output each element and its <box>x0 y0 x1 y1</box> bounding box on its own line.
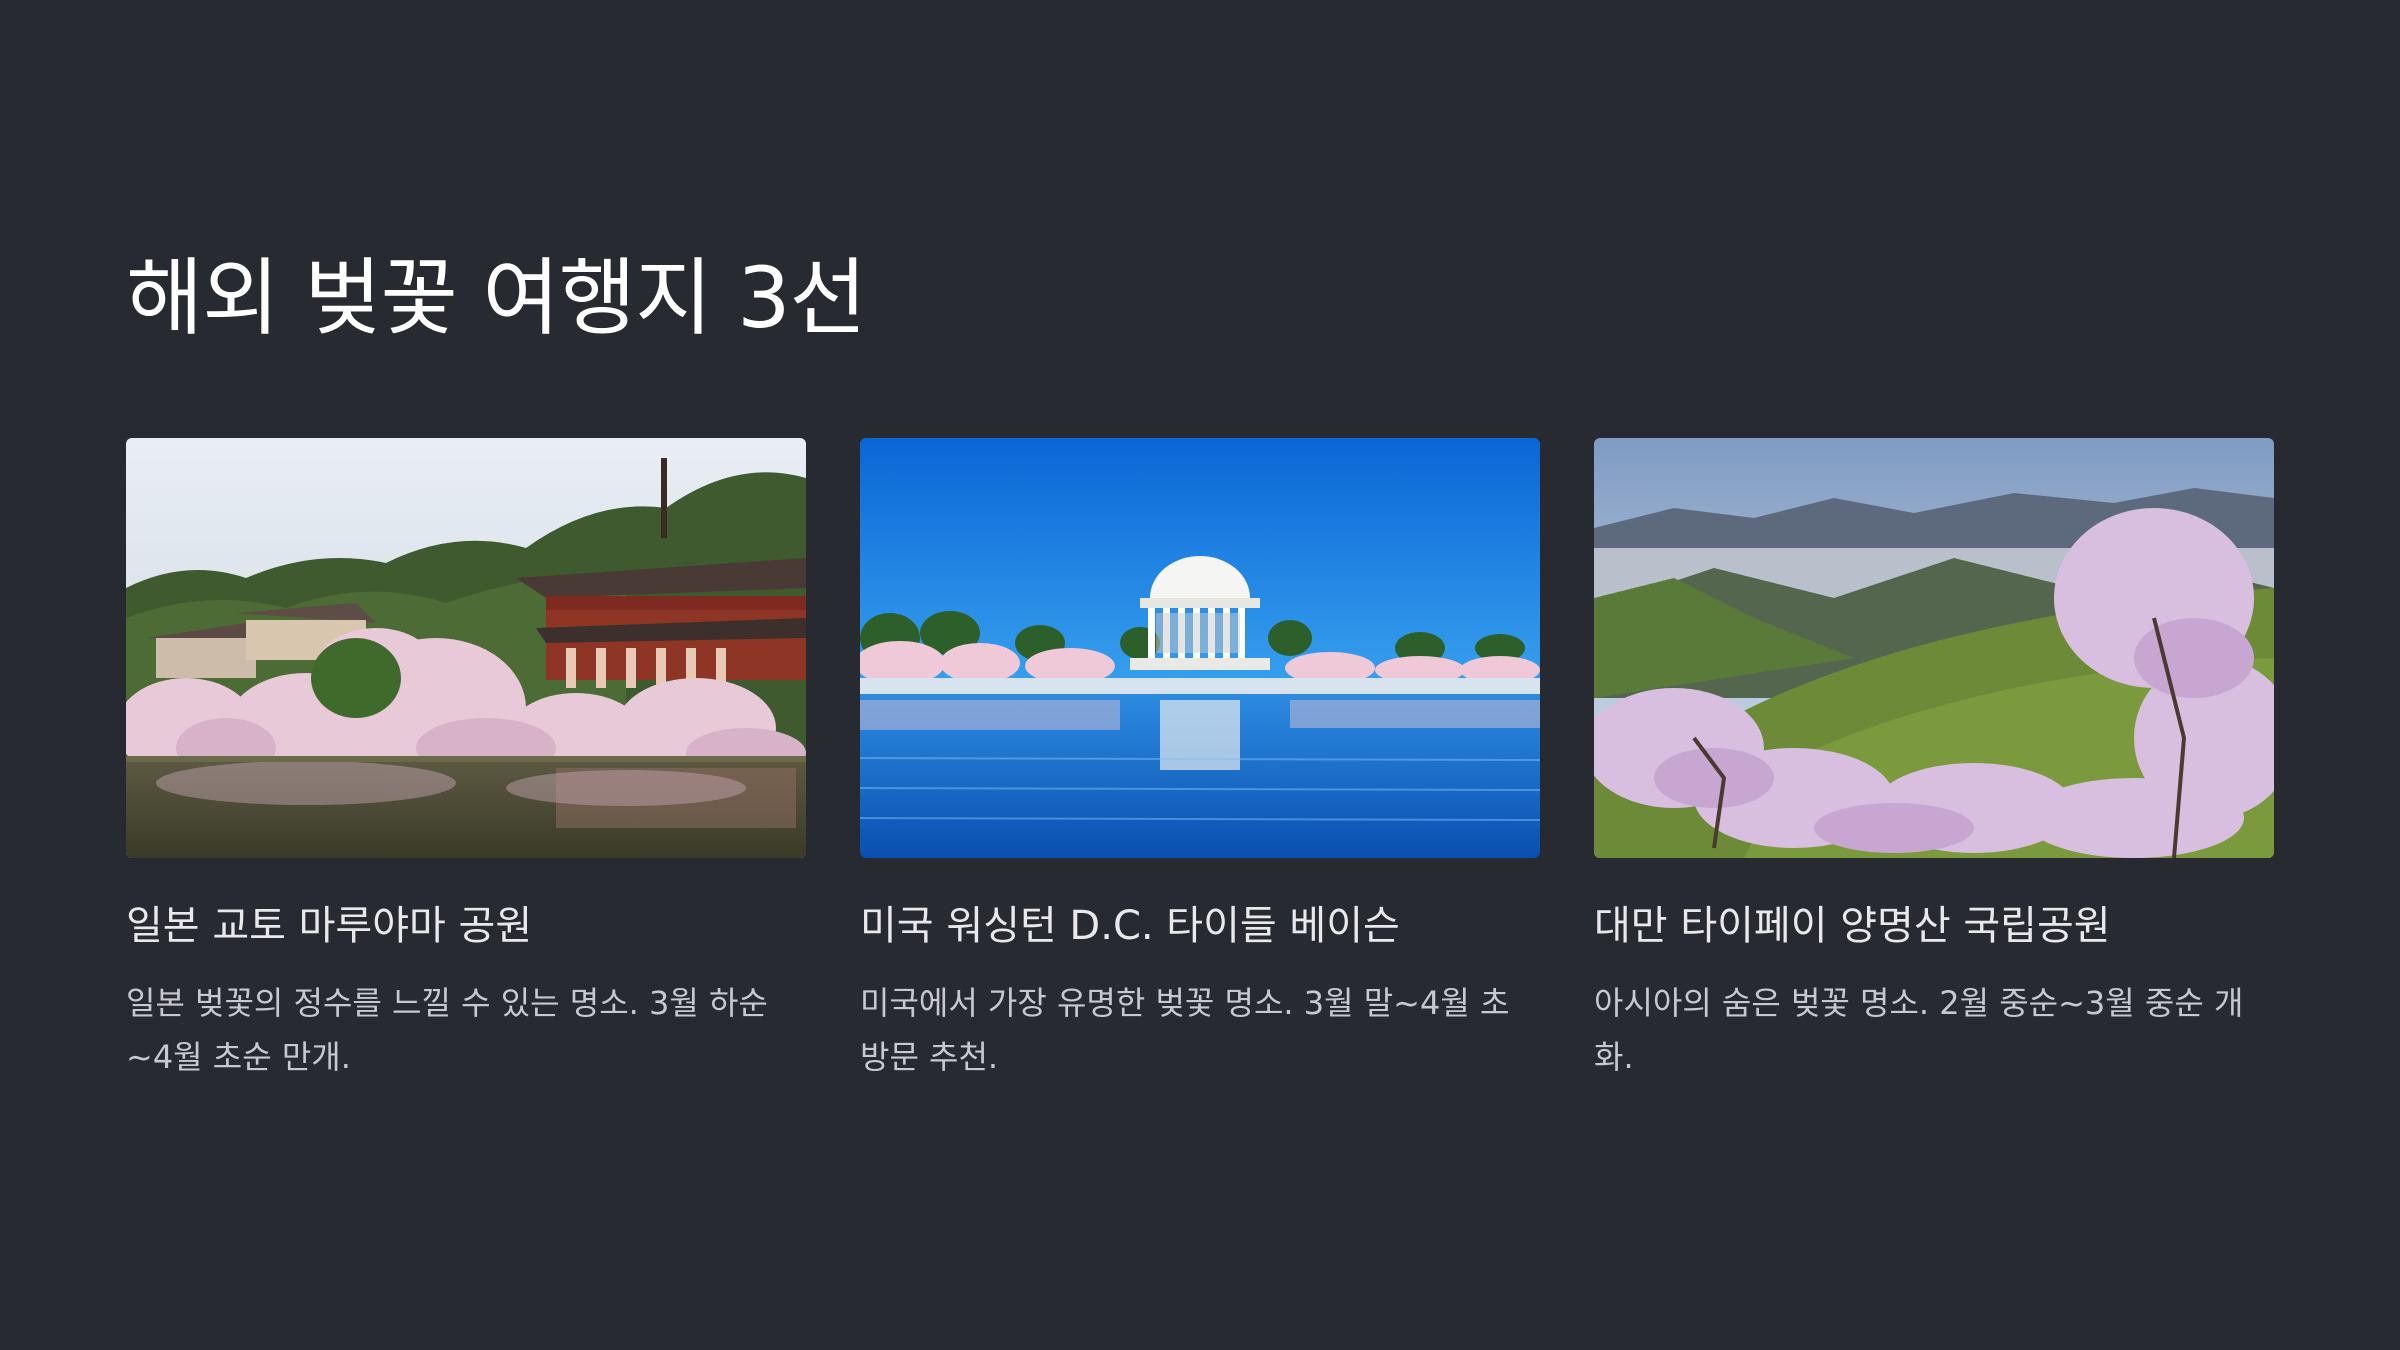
card-image-washington <box>860 438 1540 858</box>
kyoto-temple-photo <box>126 438 806 858</box>
card-title: 대만 타이페이 양명산 국립공원 <box>1594 903 2111 949</box>
jefferson-memorial-photo <box>860 438 1540 858</box>
destination-card-taipei[interactable]: 대만 타이페이 양명산 국립공원 아시아의 숨은 벚꽃 명소. 2월 중순~3월… <box>1594 438 2274 1085</box>
destination-card-kyoto[interactable]: 일본 교토 마루야마 공원 일본 벚꽃의 정수를 느낄 수 있는 명소. 3월 … <box>126 438 806 1085</box>
destination-cards: 일본 교토 마루야마 공원 일본 벚꽃의 정수를 느낄 수 있는 명소. 3월 … <box>126 438 2274 1158</box>
destination-card-washington[interactable]: 미국 워싱턴 D.C. 타이들 베이슨 미국에서 가장 유명한 벚꽃 명소. 3… <box>860 438 1540 1085</box>
card-description: 미국에서 가장 유명한 벚꽃 명소. 3월 말~4월 초 방문 추천. <box>860 984 1510 1077</box>
page-title: 해외 벚꽃 여행지 3선 <box>126 249 867 347</box>
card-description: 아시아의 숨은 벚꽃 명소. 2월 중순~3월 중순 개화. <box>1594 984 2244 1077</box>
card-image-kyoto <box>126 438 806 858</box>
card-title: 미국 워싱턴 D.C. 타이들 베이슨 <box>860 903 1400 949</box>
card-description: 일본 벚꽃의 정수를 느낄 수 있는 명소. 3월 하순~4월 초순 만개. <box>126 984 768 1077</box>
card-image-taipei <box>1594 438 2274 858</box>
yangmingshan-photo <box>1594 438 2274 858</box>
card-title: 일본 교토 마루야마 공원 <box>126 903 533 949</box>
